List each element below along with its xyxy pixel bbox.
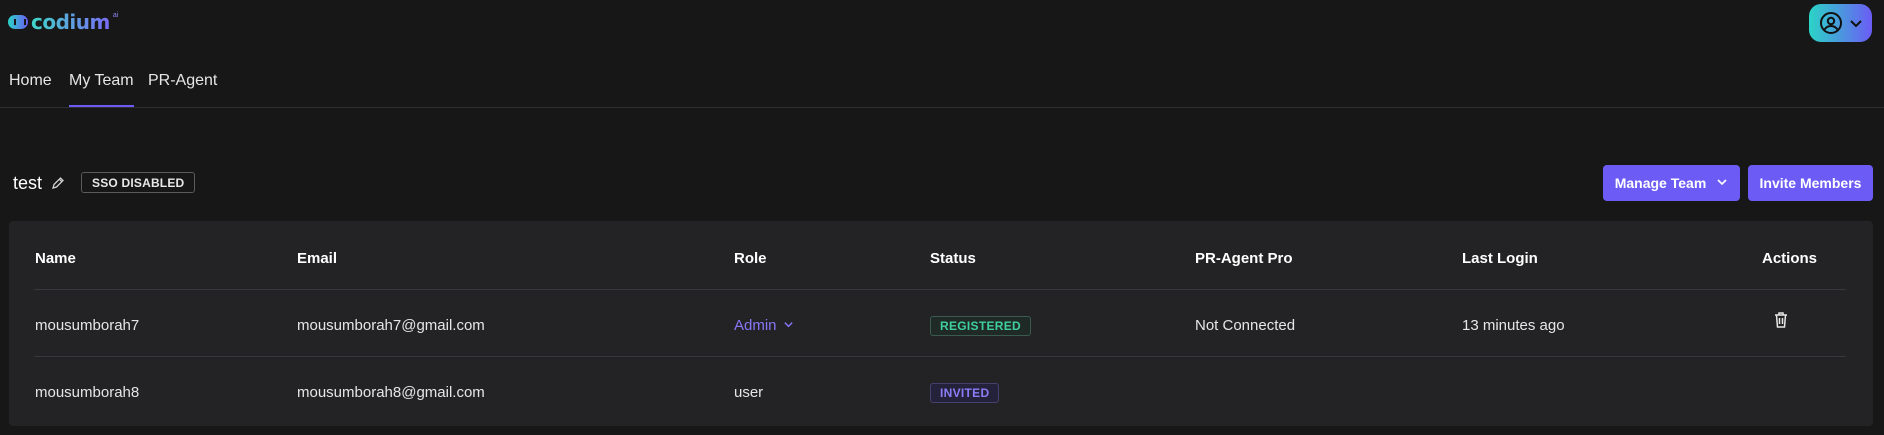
trash-icon[interactable] (1773, 311, 1789, 334)
row-2-name: mousumborah8 (35, 384, 140, 401)
row-1-pr-agent-pro: Not Connected (1195, 317, 1296, 334)
tab-home[interactable]: Home (9, 72, 52, 90)
row-1-role-dropdown[interactable]: Admin (734, 317, 794, 334)
row-2-role: user (734, 384, 764, 401)
header-divider (34, 289, 1846, 290)
column-header-last-login: Last Login (1462, 250, 1538, 267)
account-menu-button[interactable] (1809, 4, 1872, 42)
codium-logo-mark (8, 15, 28, 29)
tab-my-team[interactable]: My Team (69, 72, 134, 107)
manage-team-label: Manage Team (1614, 175, 1707, 191)
column-header-status: Status (930, 250, 976, 267)
tab-pr-agent[interactable]: PR-Agent (148, 72, 217, 90)
logo-text: codium (31, 10, 110, 34)
row-divider (34, 356, 1846, 357)
row-2-status-badge: INVITED (930, 383, 1000, 403)
chevron-down-icon (1849, 16, 1863, 30)
chevron-down-icon (783, 317, 794, 334)
column-header-email: Email (297, 250, 338, 267)
chevron-down-icon (1716, 175, 1728, 191)
user-circle-icon (1819, 11, 1843, 35)
column-header-role: Role (734, 250, 767, 267)
manage-team-button[interactable]: Manage Team (1603, 165, 1740, 201)
sso-status-badge: SSO DISABLED (81, 172, 196, 193)
column-header-pr-agent-pro: PR-Agent Pro (1195, 250, 1293, 267)
row-1-last-login: 13 minutes ago (1462, 317, 1565, 334)
row-2-email: mousumborah8@gmail.com (297, 384, 485, 401)
team-name: test (13, 173, 43, 193)
row-1-email: mousumborah7@gmail.com (297, 317, 485, 334)
codium-logo[interactable]: codium ai (8, 10, 118, 34)
members-table: Name Email Role Status PR-Agent Pro Last… (9, 221, 1873, 426)
pencil-icon[interactable] (51, 176, 65, 195)
invite-members-button[interactable]: Invite Members (1748, 165, 1873, 201)
row-1-status-badge: REGISTERED (930, 316, 1032, 336)
column-header-actions: Actions (1762, 250, 1818, 267)
column-header-name: Name (35, 250, 76, 267)
main-nav: Home My Team PR-Agent (0, 60, 1884, 108)
row-1-role-label: Admin (734, 317, 777, 334)
logo-sup: ai (112, 12, 119, 19)
row-1-name: mousumborah7 (35, 317, 140, 334)
